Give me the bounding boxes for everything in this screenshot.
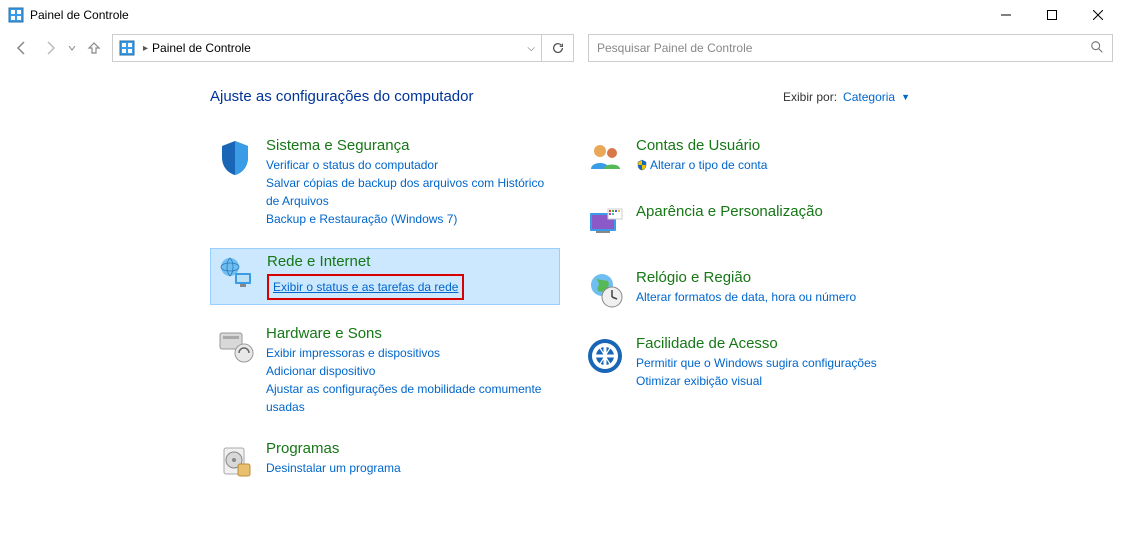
category-appearance[interactable]: Aparência e Personalização — [580, 199, 930, 249]
right-column: Contas de Usuário Alterar o tipo de cont… — [580, 133, 930, 502]
window-controls — [983, 0, 1121, 30]
category-title[interactable]: Sistema e Segurança — [266, 137, 556, 154]
category-title[interactable]: Facilidade de Acesso — [636, 335, 877, 352]
content-area: Ajuste as configurações do computador Ex… — [0, 66, 1121, 502]
up-button[interactable] — [80, 34, 108, 62]
category-title[interactable]: Relógio e Região — [636, 269, 856, 286]
network-icon — [215, 253, 257, 295]
link-optimize-visual[interactable]: Otimizar exibição visual — [636, 372, 877, 390]
ease-of-access-icon — [584, 335, 626, 377]
link-backup-history[interactable]: Salvar cópias de backup dos arquivos com… — [266, 174, 556, 210]
address-bar[interactable]: ▸ Painel de Controle ⌵ — [112, 34, 542, 62]
chevron-right-icon[interactable]: ▸ — [143, 43, 148, 54]
link-add-device[interactable]: Adicionar dispositivo — [266, 362, 556, 380]
back-button[interactable] — [8, 34, 36, 62]
link-mobility-settings[interactable]: Ajustar as configurações de mobilidade c… — [266, 380, 556, 416]
link-verify-status[interactable]: Verificar o status do computador — [266, 156, 556, 174]
user-accounts-icon — [584, 137, 626, 179]
hardware-icon — [214, 325, 256, 367]
link-backup-restore[interactable]: Backup e Restauração (Windows 7) — [266, 210, 556, 228]
left-column: Sistema e Segurança Verificar o status d… — [210, 133, 560, 502]
address-dropdown-icon[interactable]: ⌵ — [527, 43, 535, 54]
minimize-button[interactable] — [983, 0, 1029, 30]
view-by-selector[interactable]: Exibir por: Categoria ▼ — [783, 90, 910, 104]
category-programs[interactable]: Programas Desinstalar um programa — [210, 436, 560, 486]
category-clock-region[interactable]: Relógio e Região Alterar formatos de dat… — [580, 265, 930, 315]
appearance-icon — [584, 203, 626, 245]
link-suggest-settings[interactable]: Permitir que o Windows sugira configuraç… — [636, 354, 877, 372]
category-title[interactable]: Contas de Usuário — [636, 137, 767, 154]
chevron-down-icon: ▼ — [901, 92, 910, 102]
close-button[interactable] — [1075, 0, 1121, 30]
category-ease-of-access[interactable]: Facilidade de Acesso Permitir que o Wind… — [580, 331, 930, 394]
link-change-account-type[interactable]: Alterar o tipo de conta — [636, 156, 767, 174]
category-user-accounts[interactable]: Contas de Usuário Alterar o tipo de cont… — [580, 133, 930, 183]
recent-dropdown[interactable] — [64, 34, 80, 62]
category-title[interactable]: Hardware e Sons — [266, 325, 556, 342]
category-title[interactable]: Aparência e Personalização — [636, 203, 823, 220]
category-network[interactable]: Rede e Internet Exibir o status e as tar… — [210, 248, 560, 305]
viewby-value[interactable]: Categoria — [843, 90, 895, 104]
search-input[interactable] — [597, 41, 1104, 55]
navigation-bar: ▸ Painel de Controle ⌵ — [0, 30, 1121, 66]
forward-button[interactable] — [36, 34, 64, 62]
clock-region-icon — [584, 269, 626, 311]
link-uninstall[interactable]: Desinstalar um programa — [266, 459, 401, 477]
titlebar: Painel de Controle — [0, 0, 1121, 30]
link-printers-devices[interactable]: Exibir impressoras e dispositivos — [266, 344, 556, 362]
control-panel-icon — [8, 7, 24, 23]
category-hardware[interactable]: Hardware e Sons Exibir impressoras e dis… — [210, 321, 560, 420]
breadcrumb[interactable]: Painel de Controle — [152, 41, 251, 55]
shield-icon — [636, 158, 648, 170]
category-system-security[interactable]: Sistema e Segurança Verificar o status d… — [210, 133, 560, 232]
programs-icon — [214, 440, 256, 482]
refresh-button[interactable] — [542, 34, 574, 62]
category-title[interactable]: Programas — [266, 440, 401, 457]
maximize-button[interactable] — [1029, 0, 1075, 30]
link-date-formats[interactable]: Alterar formatos de data, hora ou número — [636, 288, 856, 306]
category-title[interactable]: Rede e Internet — [267, 253, 464, 270]
page-title: Ajuste as configurações do computador — [210, 88, 474, 105]
system-security-icon — [214, 137, 256, 179]
window-title: Painel de Controle — [30, 8, 129, 22]
search-box[interactable] — [588, 34, 1113, 62]
viewby-label: Exibir por: — [783, 90, 837, 104]
control-panel-crumb-icon — [119, 40, 135, 56]
link-network-status[interactable]: Exibir o status e as tarefas da rede — [267, 274, 464, 300]
search-icon — [1090, 40, 1104, 57]
